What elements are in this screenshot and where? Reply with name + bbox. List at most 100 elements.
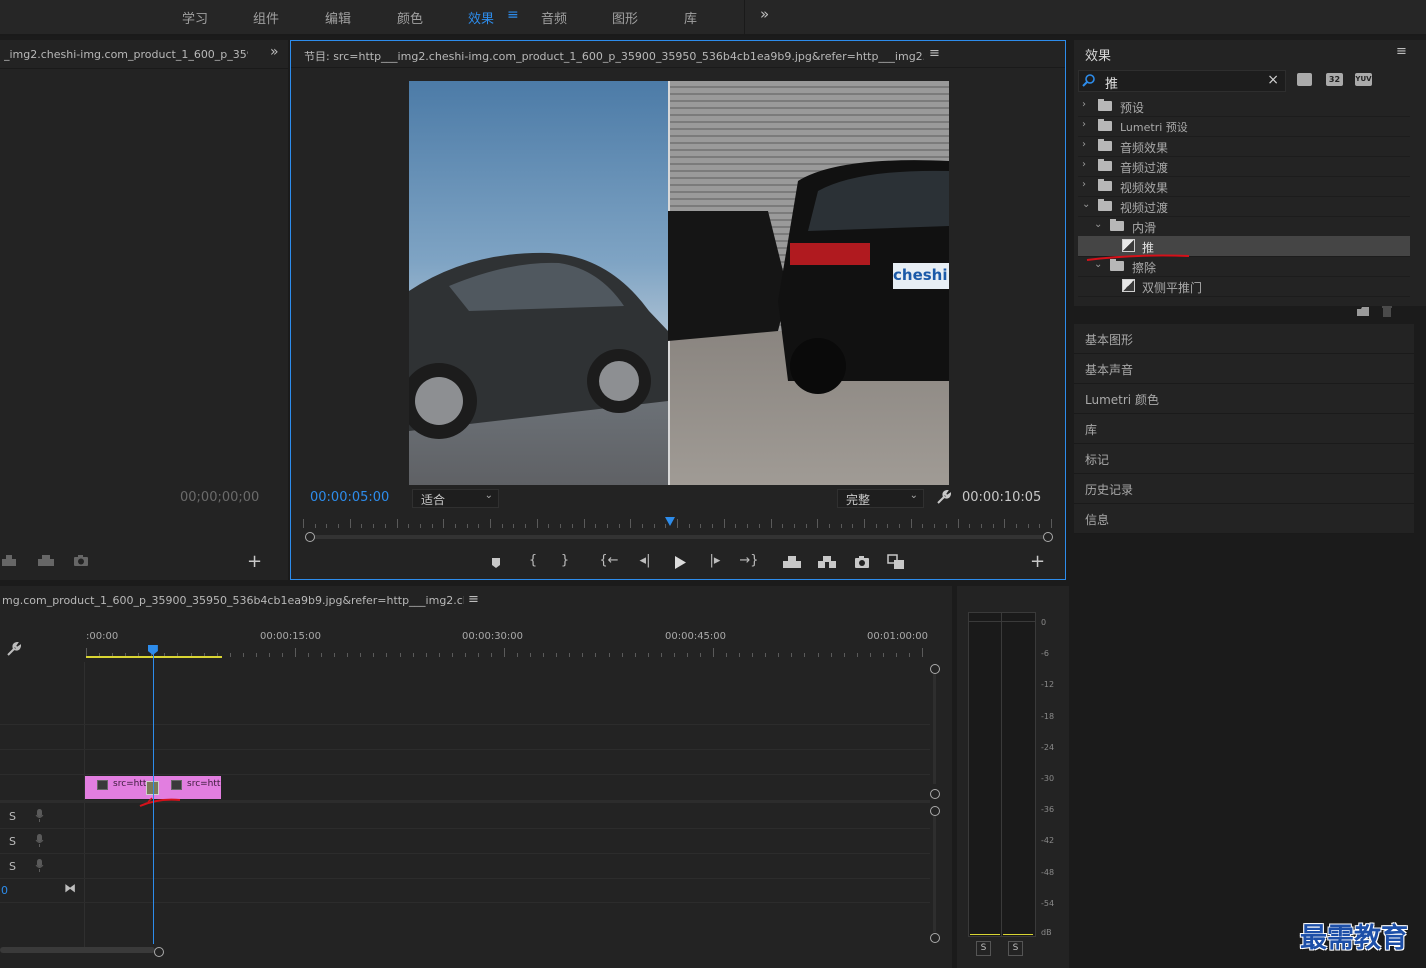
- overwrite-icon[interactable]: [36, 554, 56, 568]
- play-icon[interactable]: [673, 555, 687, 570]
- trash-icon[interactable]: [1381, 305, 1393, 318]
- tab-libraries[interactable]: 库: [684, 8, 697, 27]
- export-frame-icon[interactable]: [854, 555, 870, 569]
- divider: [0, 68, 288, 69]
- tree-item-presets[interactable]: › 预设: [1078, 96, 1410, 117]
- section-markers[interactable]: 标记: [1074, 444, 1414, 474]
- wrench-icon[interactable]: [936, 490, 951, 505]
- effects-panel-title[interactable]: 效果: [1085, 45, 1111, 64]
- 32bit-effects-icon[interactable]: 32: [1326, 73, 1343, 86]
- tab-effects[interactable]: 效果: [468, 8, 494, 27]
- horizontal-scrollbar[interactable]: [0, 947, 155, 953]
- zoom-select[interactable]: 适合 ⌄: [412, 489, 499, 508]
- mark-in-icon[interactable]: {: [523, 553, 543, 568]
- audio-scrollbar[interactable]: [933, 816, 936, 932]
- add-marker-icon[interactable]: [489, 556, 503, 570]
- section-essential-graphics[interactable]: 基本图形: [1074, 324, 1414, 354]
- zoom-handle-right[interactable]: [1043, 532, 1053, 542]
- clear-search-icon[interactable]: ×: [1267, 72, 1279, 88]
- workspace-bar: 学习 组件 编辑 颜色 效果 ≡ 音频 图形 库 »: [0, 0, 1426, 36]
- video-scrollbar[interactable]: [933, 674, 936, 784]
- program-playhead[interactable]: [664, 517, 675, 526]
- source-panel-title[interactable]: _img2.cheshi-img.com_product_1_600_p_359…: [4, 48, 248, 61]
- playhead-timecode[interactable]: 00:00:05:00: [310, 490, 389, 505]
- tree-item-video-effects[interactable]: › 视频效果: [1078, 176, 1410, 197]
- source-timecode[interactable]: 00;00;00;00: [180, 490, 259, 505]
- add-button-icon[interactable]: +: [247, 551, 262, 572]
- master-track-icon[interactable]: ⧓: [64, 881, 76, 895]
- camera-icon[interactable]: [73, 554, 89, 568]
- panel-menu-icon[interactable]: ≡: [468, 592, 479, 607]
- program-panel-title[interactable]: 节目: src=http___img2.cheshi-img.com_produ…: [304, 48, 924, 64]
- ruler-tick: [660, 653, 662, 657]
- program-time-ruler[interactable]: [303, 519, 1052, 529]
- transition-icon: [1122, 279, 1135, 292]
- tab-graphics[interactable]: 图形: [612, 8, 638, 27]
- solo-track-button[interactable]: S: [9, 835, 16, 848]
- work-area-bar[interactable]: [86, 656, 222, 658]
- step-back-icon[interactable]: ◂|: [635, 553, 655, 568]
- solo-left-button[interactable]: S: [976, 941, 991, 956]
- ruler-tick: [303, 519, 304, 528]
- section-history[interactable]: 历史记录: [1074, 474, 1414, 504]
- extract-icon[interactable]: [817, 555, 837, 569]
- solo-track-button[interactable]: S: [9, 810, 16, 823]
- tree-item-split[interactable]: 双侧平推门: [1078, 276, 1410, 297]
- ruler-tick: [513, 524, 515, 528]
- ruler-tick: [686, 653, 688, 657]
- meter-level-right: [1003, 934, 1033, 935]
- panel-menu-icon[interactable]: ≡: [929, 46, 940, 61]
- more-panels-icon[interactable]: »: [270, 44, 279, 60]
- ruler-tick: [543, 653, 545, 657]
- insert-icon[interactable]: [0, 554, 20, 568]
- accelerated-effects-icon[interactable]: [1297, 73, 1312, 86]
- tab-audio[interactable]: 音频: [541, 8, 567, 27]
- go-to-out-icon[interactable]: →}: [739, 553, 759, 568]
- ruler-tick: [782, 524, 784, 528]
- tab-learn[interactable]: 学习: [182, 8, 208, 27]
- section-info[interactable]: 信息: [1074, 504, 1414, 534]
- wrench-icon[interactable]: [6, 642, 21, 657]
- solo-track-button[interactable]: S: [9, 860, 16, 873]
- panel-menu-icon[interactable]: ≡: [1396, 44, 1407, 59]
- more-workspaces-icon[interactable]: »: [760, 5, 769, 23]
- solo-right-button[interactable]: S: [1008, 941, 1023, 956]
- divider: [1001, 613, 1002, 936]
- scroll-handle[interactable]: [930, 664, 940, 674]
- tab-editing[interactable]: 编辑: [325, 8, 351, 27]
- sequence-title[interactable]: mg.com_product_1_600_p_35900_35950_536b4…: [2, 594, 464, 607]
- tree-item-video-transitions[interactable]: ⌄ 视频过渡: [1078, 196, 1410, 217]
- section-libraries[interactable]: 库: [1074, 414, 1414, 444]
- workspace-menu-icon[interactable]: ≡: [507, 7, 519, 23]
- scroll-handle[interactable]: [154, 947, 164, 957]
- scroll-handle[interactable]: [930, 806, 940, 816]
- microphone-icon[interactable]: [35, 859, 44, 872]
- scroll-handle[interactable]: [930, 933, 940, 943]
- yuv-effects-icon[interactable]: YUV: [1355, 73, 1372, 86]
- master-volume-value[interactable]: 0: [1, 884, 8, 897]
- scroll-handle[interactable]: [930, 789, 940, 799]
- tree-item-lumetri-presets[interactable]: › Lumetri 预设: [1078, 116, 1410, 137]
- tree-item-slide[interactable]: ⌄ 内滑: [1078, 216, 1410, 237]
- video-frame[interactable]: cheshi: [409, 81, 949, 485]
- microphone-icon[interactable]: [35, 834, 44, 847]
- comparison-view-icon[interactable]: [887, 554, 905, 570]
- tab-assembly[interactable]: 组件: [253, 8, 279, 27]
- add-button-icon[interactable]: +: [1030, 551, 1045, 572]
- tab-color[interactable]: 颜色: [397, 8, 423, 27]
- mark-out-icon[interactable]: }: [555, 553, 575, 568]
- zoom-scrollbar[interactable]: [310, 535, 1050, 539]
- tree-item-audio-transitions[interactable]: › 音频过渡: [1078, 156, 1410, 177]
- go-to-in-icon[interactable]: {←: [599, 553, 619, 568]
- section-lumetri-color[interactable]: Lumetri 颜色: [1074, 384, 1414, 414]
- microphone-icon[interactable]: [35, 809, 44, 822]
- step-forward-icon[interactable]: |▸: [705, 553, 725, 568]
- fx-badge-icon: [97, 780, 108, 790]
- effects-search-input[interactable]: 推 ×: [1078, 70, 1286, 92]
- zoom-handle-left[interactable]: [305, 532, 315, 542]
- section-essential-sound[interactable]: 基本声音: [1074, 354, 1414, 384]
- new-bin-icon[interactable]: [1356, 306, 1370, 317]
- tree-item-audio-effects[interactable]: › 音频效果: [1078, 136, 1410, 157]
- lift-icon[interactable]: [782, 555, 802, 569]
- quality-select[interactable]: 完整 ⌄: [837, 489, 924, 508]
